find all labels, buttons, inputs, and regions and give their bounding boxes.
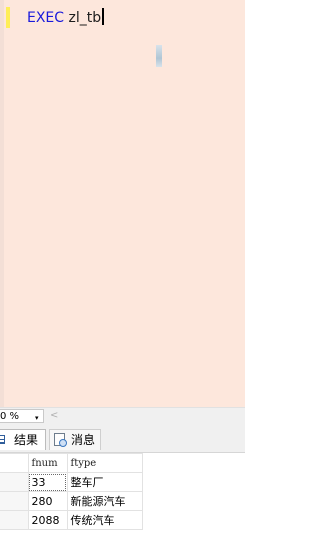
zoom-bar: 0 % ▾ <	[0, 407, 245, 425]
code-line-1[interactable]: EXEC zl_tb	[27, 8, 105, 28]
zoom-level: 0 %	[0, 411, 20, 422]
row-header[interactable]	[0, 510, 29, 530]
sql-query-window: EXEC zl_tb 0 % ▾ < 结果 消息 fnum ftype 33 整…	[0, 0, 245, 547]
results-tab-bar: 结果 消息	[0, 425, 245, 453]
tab-messages[interactable]: 消息	[49, 429, 101, 450]
scroll-left-icon[interactable]: <	[50, 408, 58, 424]
grid-cell[interactable]: 新能源汽车	[66, 491, 143, 511]
grid-header-row: fnum ftype	[0, 453, 143, 473]
grid-cell[interactable]: 传统汽车	[66, 510, 143, 530]
results-grid-area: fnum ftype 33 整车厂 280 新能源汽车 2088 传统汽车	[0, 453, 245, 547]
dropdown-arrow-icon: ▾	[35, 414, 39, 422]
column-header-ftype[interactable]: ftype	[66, 453, 143, 473]
grid-icon	[0, 435, 5, 444]
grid-cell[interactable]: 整车厂	[66, 472, 143, 492]
text-caret	[102, 8, 105, 25]
table-row: 33 整车厂	[0, 472, 143, 492]
tab-messages-label: 消息	[71, 433, 96, 447]
sql-keyword: EXEC	[27, 10, 65, 26]
results-grid: fnum ftype 33 整车厂 280 新能源汽车 2088 传统汽车	[0, 453, 143, 530]
table-row: 280 新能源汽车	[0, 491, 143, 511]
query-editor[interactable]: EXEC zl_tb	[0, 0, 245, 407]
table-row: 2088 传统汽车	[0, 510, 143, 530]
zoom-dropdown[interactable]: 0 % ▾	[0, 409, 44, 423]
row-header[interactable]	[0, 491, 29, 511]
tab-results-label: 结果	[14, 433, 39, 447]
grid-cell[interactable]: 280	[27, 491, 68, 511]
messages-icon	[54, 433, 67, 447]
column-header-fnum[interactable]: fnum	[27, 453, 68, 473]
scroll-position-marker	[156, 45, 162, 67]
grid-cell[interactable]: 33	[27, 472, 68, 492]
editor-gutter	[0, 0, 4, 407]
procedure-name: zl_tb	[68, 10, 102, 26]
line-change-indicator	[6, 7, 10, 28]
grid-cell[interactable]: 2088	[27, 510, 68, 530]
tab-results[interactable]: 结果	[0, 429, 46, 450]
row-header[interactable]	[0, 472, 29, 492]
row-header-corner[interactable]	[0, 453, 29, 473]
